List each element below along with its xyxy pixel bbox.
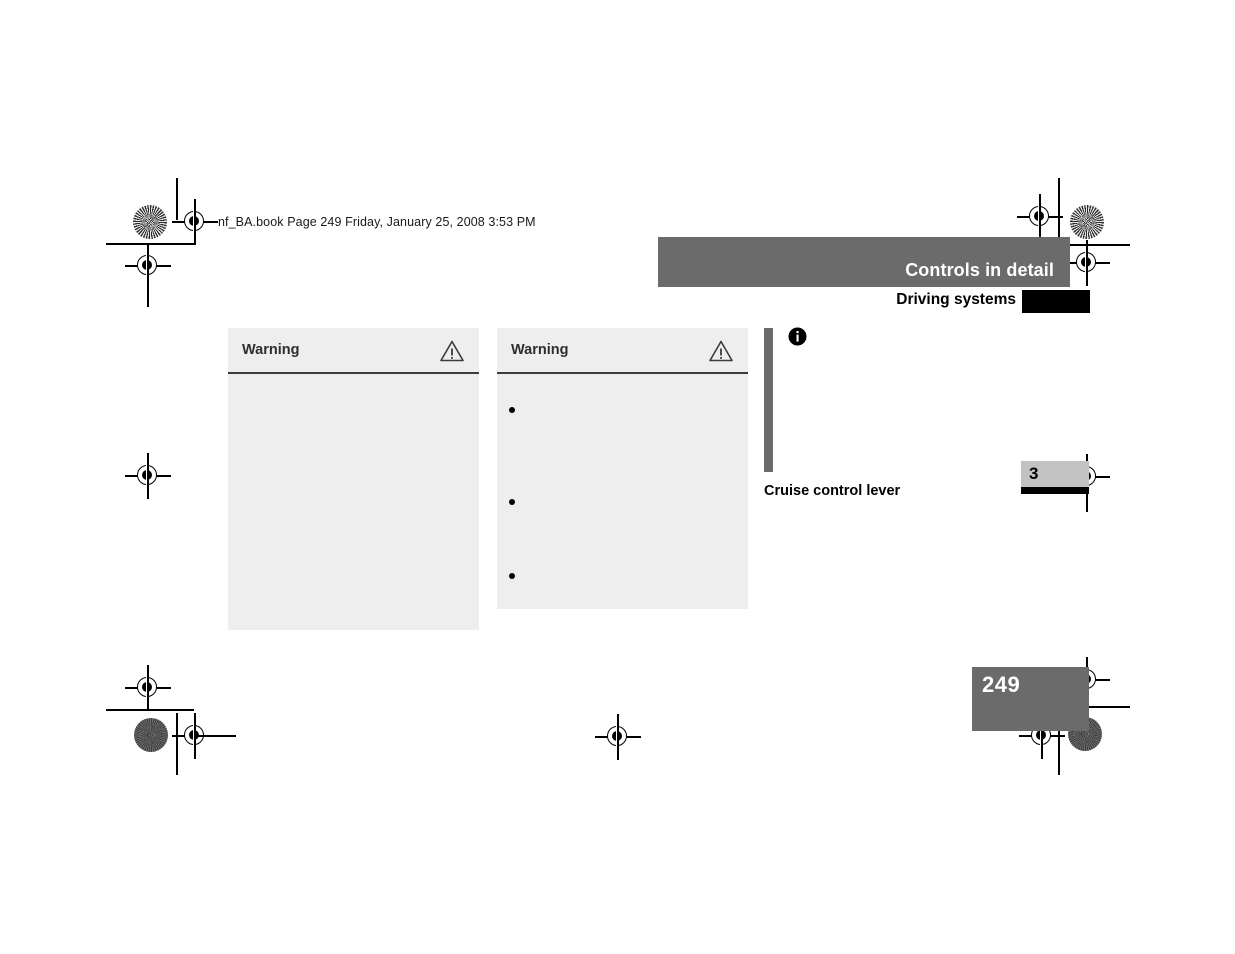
warning-box-2-title: Warning — [511, 342, 569, 358]
registration-mark-top-left — [172, 199, 218, 245]
figure-caption: Cruise control lever — [764, 483, 901, 499]
trim-line-bottom-left-extend — [194, 735, 236, 737]
trim-line-top-left-vertical — [176, 178, 178, 220]
trim-line-bottom-left-horizontal — [106, 709, 194, 711]
manual-page: nf_BA.book Page 249 Friday, January 25, … — [0, 0, 1235, 954]
trim-line-bottom-right-horizontal — [1086, 706, 1130, 708]
registration-mark-right-upper — [1064, 240, 1110, 286]
trim-line-top-right-vertical — [1058, 178, 1060, 240]
registration-mark-bottom-center — [595, 714, 641, 760]
slug-line: nf_BA.book Page 249 Friday, January 25, … — [218, 215, 536, 229]
registration-mark-left-lower — [125, 665, 171, 711]
chapter-number: 3 — [1029, 464, 1039, 483]
warning-box-1-body — [228, 374, 479, 630]
warning-box-2-body — [497, 374, 748, 609]
warning-triangle-icon — [708, 339, 734, 363]
star-target-bottom-left — [134, 718, 168, 752]
header-band: Controls in detail — [658, 237, 1070, 287]
list-item — [509, 573, 515, 579]
warning-box-2-header: Warning — [497, 328, 748, 374]
figure-placeholder-bar — [764, 328, 773, 472]
warning-box-2: Warning — [497, 328, 748, 609]
page-number: 249 — [982, 672, 1021, 697]
warning-box-1-title: Warning — [242, 342, 300, 358]
list-item — [509, 499, 515, 505]
warning-box-1-header: Warning — [228, 328, 479, 374]
chapter-tab-rule — [1021, 487, 1089, 494]
trim-line-left-vertical — [147, 265, 149, 307]
info-circle-icon — [788, 327, 807, 346]
warning-triangle-icon — [439, 339, 465, 363]
registration-mark-top-right — [1017, 194, 1063, 240]
star-target-top-left — [133, 205, 167, 239]
section-title: Driving systems — [896, 291, 1016, 308]
page-title: Controls in detail — [905, 260, 1054, 280]
chapter-tab: 3 — [1021, 461, 1089, 487]
list-item — [509, 407, 515, 413]
warning-box-1: Warning — [228, 328, 479, 630]
page-number-block: 249 — [972, 667, 1089, 731]
registration-mark-left-middle — [125, 453, 171, 499]
section-marker-block — [1022, 290, 1090, 313]
trim-line-bottom-left-vertical — [176, 713, 178, 775]
star-target-top-right — [1070, 205, 1104, 239]
subheader-row: Driving systems — [760, 290, 1090, 313]
